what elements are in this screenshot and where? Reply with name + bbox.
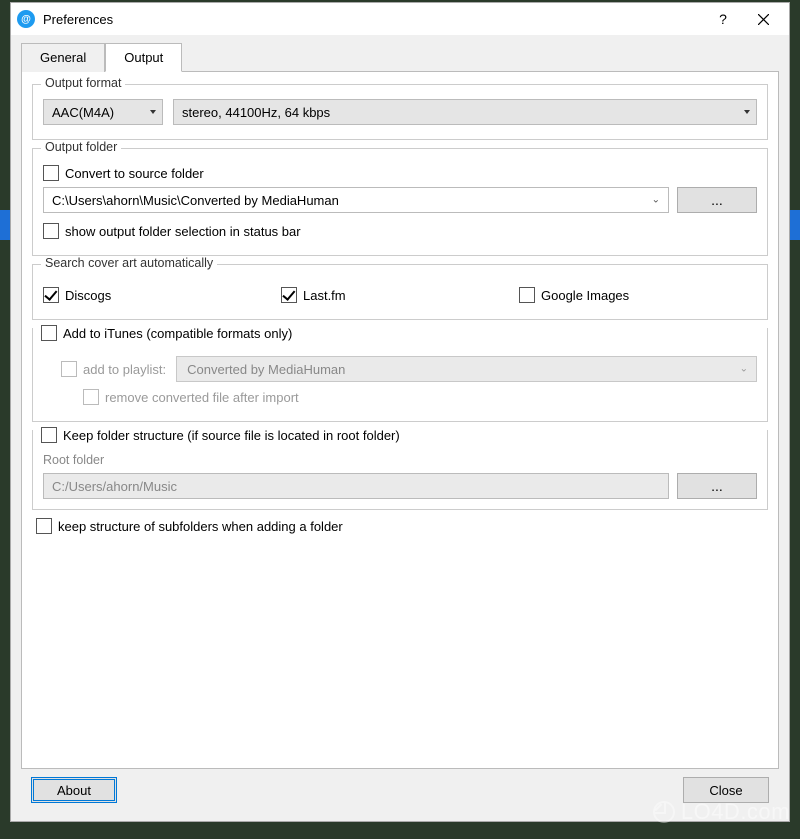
discogs-label: Discogs: [65, 288, 111, 303]
keep-subfolders-label: keep structure of subfolders when adding…: [58, 519, 343, 534]
quality-value: stereo, 44100Hz, 64 kbps: [182, 105, 330, 120]
quality-combo[interactable]: stereo, 44100Hz, 64 kbps: [173, 99, 757, 125]
output-format-legend: Output format: [41, 76, 125, 90]
convert-to-source-checkbox-row[interactable]: Convert to source folder: [43, 165, 757, 181]
watermark: LO4D.com: [653, 799, 790, 825]
folder-structure-group: Keep folder structure (if source file is…: [32, 430, 768, 510]
watermark-icon: [653, 801, 675, 823]
help-button[interactable]: ?: [703, 5, 743, 33]
show-status-label: show output folder selection in status b…: [65, 224, 301, 239]
playlist-value: Converted by MediaHuman: [187, 362, 345, 377]
keep-subfolders-checkbox-row[interactable]: keep structure of subfolders when adding…: [36, 518, 768, 534]
keep-structure-label: Keep folder structure (if source file is…: [63, 428, 400, 443]
itunes-group: Add to iTunes (compatible formats only) …: [32, 328, 768, 422]
show-status-checkbox-row[interactable]: show output folder selection in status b…: [43, 223, 757, 239]
discogs-checkbox[interactable]: [43, 287, 59, 303]
tabstrip: General Output: [21, 43, 779, 72]
chevron-down-icon: [150, 110, 156, 114]
google-images-checkbox-row[interactable]: Google Images: [519, 287, 757, 303]
cover-art-legend: Search cover art automatically: [41, 256, 217, 270]
lastfm-label: Last.fm: [303, 288, 346, 303]
add-itunes-checkbox[interactable]: [41, 325, 57, 341]
remove-after-import-checkbox-row: remove converted file after import: [83, 389, 757, 405]
browse-output-folder-button[interactable]: ...: [677, 187, 757, 213]
remove-after-import-label: remove converted file after import: [105, 390, 299, 405]
remove-after-import-checkbox: [83, 389, 99, 405]
add-itunes-label: Add to iTunes (compatible formats only): [63, 326, 292, 341]
add-itunes-checkbox-row[interactable]: Add to iTunes (compatible formats only): [41, 325, 298, 341]
root-folder-label: Root folder: [43, 453, 757, 467]
chevron-down-icon: ⌄: [652, 195, 660, 206]
convert-to-source-checkbox[interactable]: [43, 165, 59, 181]
output-folder-legend: Output folder: [41, 140, 121, 154]
titlebar: @ Preferences ?: [11, 3, 789, 35]
discogs-checkbox-row[interactable]: Discogs: [43, 287, 281, 303]
lastfm-checkbox-row[interactable]: Last.fm: [281, 287, 519, 303]
cover-art-group: Search cover art automatically Discogs L…: [32, 264, 768, 320]
show-status-checkbox[interactable]: [43, 223, 59, 239]
root-folder-path-value: C:/Users/ahorn/Music: [52, 479, 177, 494]
keep-structure-checkbox-row[interactable]: Keep folder structure (if source file is…: [41, 427, 406, 443]
app-icon: @: [17, 10, 35, 28]
add-playlist-checkbox-row: add to playlist:: [61, 361, 166, 377]
window-title: Preferences: [43, 12, 703, 27]
watermark-text: LO4D.com: [681, 799, 790, 825]
output-format-group: Output format AAC(M4A) stereo, 44100Hz, …: [32, 84, 768, 140]
root-folder-path-input: C:/Users/ahorn/Music: [43, 473, 669, 499]
about-button[interactable]: About: [31, 777, 117, 803]
format-value: AAC(M4A): [52, 105, 114, 120]
output-folder-path-value: C:\Users\ahorn\Music\Converted by MediaH…: [52, 193, 339, 208]
google-images-label: Google Images: [541, 288, 629, 303]
keep-structure-checkbox[interactable]: [41, 427, 57, 443]
tab-output[interactable]: Output: [105, 43, 182, 72]
lastfm-checkbox[interactable]: [281, 287, 297, 303]
tab-general[interactable]: General: [21, 43, 105, 72]
chevron-down-icon: ⌄: [740, 364, 748, 375]
output-folder-group: Output folder Convert to source folder C…: [32, 148, 768, 256]
google-images-checkbox[interactable]: [519, 287, 535, 303]
add-playlist-label: add to playlist:: [83, 362, 166, 377]
format-combo[interactable]: AAC(M4A): [43, 99, 163, 125]
playlist-combo: Converted by MediaHuman ⌄: [176, 356, 757, 382]
chevron-down-icon: [744, 110, 750, 114]
browse-root-folder-button[interactable]: ...: [677, 473, 757, 499]
add-playlist-checkbox: [61, 361, 77, 377]
preferences-window: @ Preferences ? General Output Output fo…: [10, 2, 790, 822]
convert-to-source-label: Convert to source folder: [65, 166, 204, 181]
tab-panel-output: Output format AAC(M4A) stereo, 44100Hz, …: [21, 71, 779, 769]
output-folder-path-input[interactable]: C:\Users\ahorn\Music\Converted by MediaH…: [43, 187, 669, 213]
window-close-button[interactable]: [743, 5, 783, 33]
keep-subfolders-checkbox[interactable]: [36, 518, 52, 534]
